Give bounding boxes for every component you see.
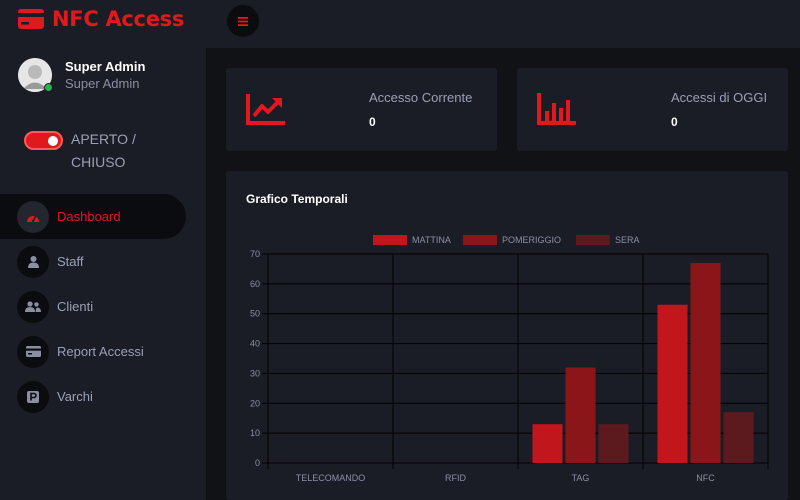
- sidebar-item-staff[interactable]: Staff: [0, 239, 206, 284]
- users-icon: [25, 301, 41, 312]
- sidebar-item-dashboard[interactable]: Dashboard: [0, 194, 186, 239]
- toggle-label: APERTO / CHIUSO: [71, 131, 136, 170]
- top-bar: NFC Access: [0, 0, 800, 48]
- sidebar: Super Admin Super Admin APERTO / CHIUSO …: [0, 48, 206, 500]
- credit-card-icon: [18, 9, 44, 29]
- hamburger-icon: [238, 16, 248, 26]
- user-role: Super Admin: [65, 76, 140, 91]
- chart-card: Grafico Temporali 0 10 20 30 40 50 60 70 TELECOM…: [226, 171, 788, 500]
- sidebar-item-varchi[interactable]: Varchi: [0, 374, 206, 419]
- sidebar-item-clienti[interactable]: Clienti: [0, 284, 206, 329]
- online-status-dot: [44, 83, 53, 92]
- bar-pomeriggio-nfc: [690, 262, 721, 463]
- x-tick-label: TAG: [572, 473, 590, 483]
- bar-pomeriggio-tag: [565, 367, 596, 463]
- credit-card-icon: [25, 346, 41, 357]
- toggle-knob: [48, 136, 58, 146]
- trend-up-chart-icon: [246, 94, 285, 125]
- stat-title: Accesso Corrente: [369, 90, 473, 105]
- brand-title: NFC Access: [52, 7, 185, 31]
- x-tick-label: NFC: [696, 473, 715, 483]
- bar-chart-icon: [537, 93, 576, 125]
- y-tick-label: 60: [250, 279, 260, 289]
- sidebar-item-label: Dashboard: [57, 209, 121, 224]
- bar-chart: 0 10 20 30 40 50 60 70 TELECOMANDO RFID TAG NFC MATT…: [250, 235, 769, 483]
- y-tick-label: 10: [250, 428, 260, 438]
- sidebar-item-label: Clienti: [57, 299, 94, 314]
- legend-swatch-sera: [576, 235, 610, 245]
- speedometer-icon: [27, 215, 39, 222]
- parking-icon: [27, 390, 39, 403]
- bar-sera-tag: [598, 424, 629, 463]
- user-name: Super Admin: [65, 59, 146, 74]
- brand[interactable]: NFC Access: [18, 6, 184, 32]
- y-tick-label: 0: [255, 458, 260, 468]
- sidebar-item-label: Varchi: [57, 389, 93, 404]
- y-tick-label: 30: [250, 368, 260, 378]
- legend-swatch-mattina: [373, 235, 407, 245]
- legend-swatch-pomeriggio: [463, 235, 497, 245]
- stat-value: 0: [369, 115, 376, 129]
- stat-card-current-access: Accesso Corrente 0: [226, 68, 497, 151]
- y-tick-label: 70: [250, 249, 260, 259]
- avatar: [18, 58, 53, 92]
- y-tick-label: 50: [250, 309, 260, 319]
- sidebar-item-label: Report Accessi: [57, 344, 144, 359]
- y-tick-label: 40: [250, 339, 260, 349]
- stat-title: Accessi di OGGI: [671, 90, 768, 105]
- sidebar-item-label: Staff: [57, 254, 84, 269]
- stat-value: 0: [671, 115, 678, 129]
- legend-label: POMERIGGIO: [502, 235, 561, 245]
- user-profile[interactable]: Super Admin Super Admin: [18, 58, 145, 93]
- sidebar-item-report-accessi[interactable]: Report Accessi: [0, 329, 206, 374]
- open-close-toggle[interactable]: [24, 131, 63, 150]
- bar-sera-nfc: [723, 412, 754, 463]
- menu-toggle-button[interactable]: [227, 5, 259, 37]
- stat-card-today-access: Accessi di OGGI 0: [517, 68, 788, 151]
- x-tick-label: RFID: [445, 473, 466, 483]
- user-icon: [27, 255, 39, 268]
- bar-mattina-tag: [532, 424, 563, 463]
- legend-label: MATTINA: [412, 235, 451, 245]
- x-tick-label: TELECOMANDO: [296, 473, 366, 483]
- sidebar-nav: Dashboard Staff Clienti Report Accessi V…: [0, 194, 206, 419]
- open-close-toggle-row: APERTO / CHIUSO: [24, 128, 161, 174]
- bar-mattina-nfc: [657, 304, 688, 463]
- legend-label: SERA: [615, 235, 640, 245]
- y-tick-label: 20: [250, 398, 260, 408]
